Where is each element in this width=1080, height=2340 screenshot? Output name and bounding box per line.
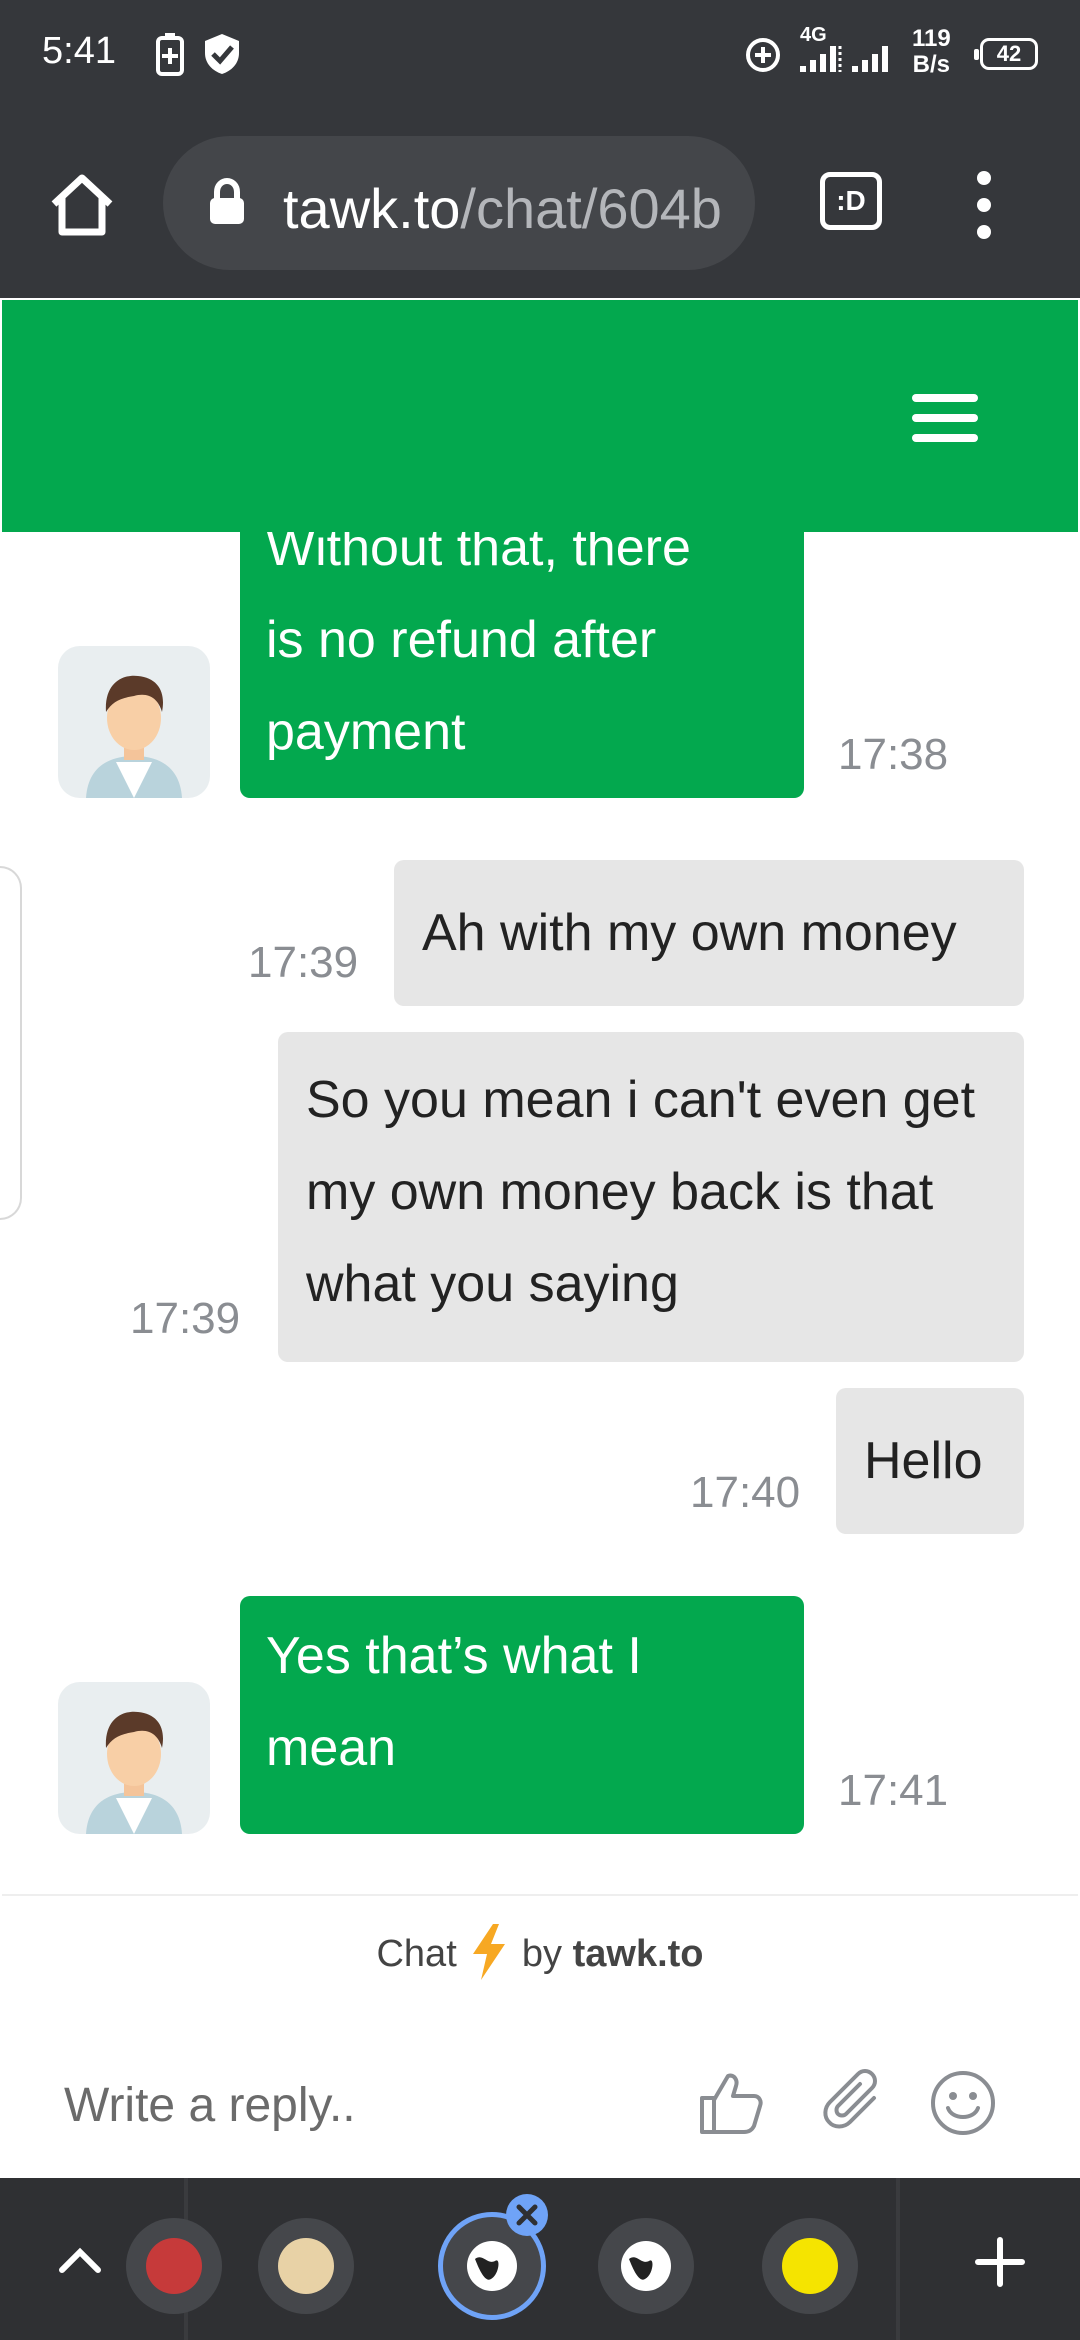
new-tab-icon[interactable] <box>974 2236 1026 2288</box>
message-line: mean <box>266 1719 397 1777</box>
chevron-up-icon[interactable] <box>56 2244 104 2274</box>
message-time: 17:39 <box>130 1294 241 1343</box>
emoji-icon[interactable] <box>928 2068 998 2138</box>
battery-indicator: 42 <box>974 38 1038 70</box>
message-time: 17:41 <box>838 1766 949 1815</box>
message-line: is no refund after <box>266 611 657 669</box>
visitor-message-bubble: Ah with my own money <box>394 860 1024 1006</box>
signal-icon-2 <box>852 46 888 72</box>
url-domain: tawk.to <box>283 177 461 240</box>
message-line: what you saying <box>306 1255 679 1313</box>
shield-icon <box>205 34 239 74</box>
chat-header <box>2 300 1078 532</box>
signal-icon <box>800 46 842 72</box>
home-icon[interactable] <box>48 170 116 238</box>
visitor-message-bubble: Hello <box>836 1388 1024 1534</box>
more-options-icon[interactable] <box>972 168 996 242</box>
lock-icon <box>210 178 244 224</box>
lightning-icon <box>473 1924 506 1980</box>
reply-bar <box>2 2030 1078 2180</box>
message-line: my own money back is that <box>306 1163 934 1221</box>
url-bar[interactable]: tawk.to/chat/604b <box>163 136 755 270</box>
net-speed-unit: B/s <box>912 51 951 78</box>
close-tab-icon[interactable] <box>504 2192 550 2238</box>
url-path: /chat/604b <box>460 177 722 240</box>
message-list[interactable]: Without that, there is no refund after p… <box>2 532 1078 1894</box>
message-time: 17:40 <box>690 1468 801 1517</box>
battery-saver-icon <box>156 33 184 76</box>
tab-thumbnail[interactable] <box>258 2218 354 2314</box>
message-line: So you mean i can't even get <box>306 1071 976 1129</box>
tab-switcher-button[interactable]: :D <box>820 172 882 230</box>
message-line: payment <box>266 703 466 761</box>
url-text: tawk.to/chat/604b <box>283 176 743 241</box>
attachment-icon[interactable] <box>820 2068 890 2138</box>
globe-icon <box>621 2241 671 2291</box>
powered-by[interactable]: Chat by tawk.to <box>0 1924 1080 1980</box>
agent-message-bubble: Without that, there is no refund after p… <box>240 532 804 798</box>
lion-favicon-icon <box>278 2238 334 2294</box>
message-line: Without that, there <box>266 532 691 577</box>
message-line: Yes that’s what I <box>266 1627 642 1685</box>
data-saver-icon <box>746 38 780 72</box>
message-time: 17:38 <box>838 730 949 779</box>
strip-divider <box>896 2178 900 2340</box>
tab-favicon <box>146 2238 202 2294</box>
tab-thumbnail[interactable] <box>598 2218 694 2314</box>
side-tab-handle[interactable] <box>0 866 22 1220</box>
thumbs-up-icon[interactable] <box>696 2068 766 2138</box>
message-line: Hello <box>864 1432 983 1490</box>
footer-divider <box>2 1894 1078 1896</box>
visitor-message-bubble: So you mean i can't even get my own mone… <box>278 1032 1024 1362</box>
status-time: 5:41 <box>42 30 116 72</box>
agent-avatar <box>58 1682 210 1834</box>
message-line: Ah with my own money <box>422 904 957 962</box>
message-time: 17:39 <box>248 938 359 987</box>
browser-toolbar: tawk.to/chat/604b :D <box>0 110 1080 298</box>
agent-message-bubble: Yes that’s what I mean <box>240 1596 804 1834</box>
agent-avatar-icon <box>86 675 182 798</box>
reply-input[interactable] <box>64 2070 644 2140</box>
net-speed-value: 119 <box>912 25 951 52</box>
powered-brand: tawk.to <box>572 1933 704 1975</box>
tab-thumbnail[interactable] <box>762 2218 858 2314</box>
status-bar: 5:41 4G 119 B/s 42 <box>0 0 1080 110</box>
agent-avatar <box>58 646 210 798</box>
yellow-favicon-icon <box>782 2238 838 2294</box>
tab-strip <box>0 2178 1080 2340</box>
powered-by-word: by <box>521 1933 563 1975</box>
tab-thumbnail-partial[interactable] <box>126 2218 222 2314</box>
globe-icon <box>467 2241 517 2291</box>
net-speed: 119 B/s <box>912 26 951 78</box>
powered-prefix: Chat <box>376 1933 457 1975</box>
agent-avatar-icon <box>86 1711 182 1834</box>
menu-icon[interactable] <box>912 394 978 442</box>
